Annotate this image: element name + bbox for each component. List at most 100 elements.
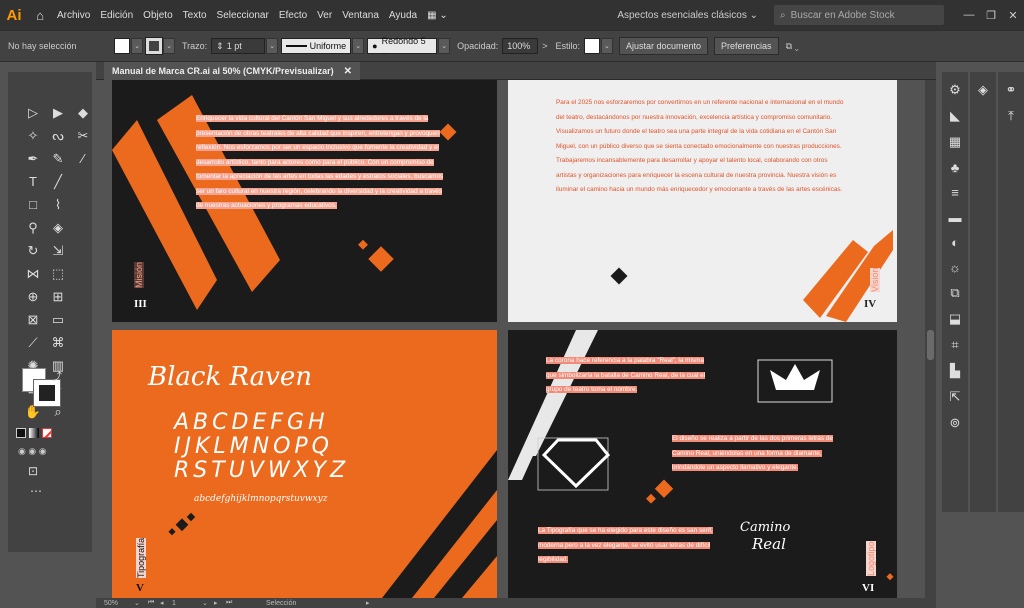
fill-dropdown[interactable]: ⌄ [131, 38, 143, 54]
vertical-scrollbar[interactable] [925, 80, 936, 598]
minimize-icon[interactable]: — [958, 9, 980, 21]
graphic-styles-icon[interactable]: ⧉ [945, 285, 965, 301]
direct-selection-tool-icon[interactable]: ▶ [47, 102, 69, 123]
next-page-icon[interactable]: ▸ [214, 599, 226, 607]
paintbrush-tool-icon[interactable]: ⌇ [47, 194, 69, 215]
color-mode-icon[interactable] [16, 428, 26, 438]
shaper-tool-icon[interactable]: ⚲ [22, 217, 44, 238]
free-transform-icon[interactable]: ⬚ [47, 263, 69, 284]
menu-objeto[interactable]: Objeto [138, 10, 177, 21]
lasso-tool-icon[interactable]: ᔓ [47, 125, 69, 146]
shape-builder-icon[interactable]: ⊕ [22, 286, 44, 307]
opacity-field[interactable]: 100% [502, 38, 539, 54]
home-icon[interactable]: ⌂ [28, 0, 52, 30]
blob-brush-icon[interactable]: ◈ [47, 217, 69, 238]
rectangle-tool-icon[interactable]: □ [22, 194, 44, 215]
more-tools-icon[interactable]: ⋯ [30, 484, 42, 498]
gradient-panel-icon[interactable]: ▬ [945, 210, 965, 225]
appearance-panel-icon[interactable]: ☼ [945, 260, 965, 275]
stroke-weight-dropdown[interactable]: ⌄ [266, 38, 279, 54]
zoom-dropdown-icon[interactable]: ⌄ [134, 599, 148, 607]
preferences-button[interactable]: Preferencias [714, 37, 779, 55]
workspace-switcher[interactable]: Aspectos esenciales clásicos ⌄ [609, 10, 766, 21]
close-icon[interactable]: ✕ [344, 66, 352, 77]
arrange-icon[interactable]: ⧉ ⌄ [786, 41, 799, 52]
rotate-tool-icon[interactable]: ↻ [22, 240, 44, 261]
selection-tool-icon[interactable]: ▷ [22, 102, 44, 123]
curvature-tool-icon[interactable]: ✎ [47, 148, 69, 169]
variable-width-profile[interactable]: Uniforme [281, 38, 352, 54]
vertical-scroll-thumb[interactable] [927, 330, 934, 360]
opacity-label[interactable]: Opacidad: [457, 41, 498, 51]
canvas[interactable]: Enriquecer la vida cultural del Cantón S… [96, 80, 925, 598]
menu-seleccionar[interactable]: Seleccionar [212, 10, 274, 21]
close-window-icon[interactable]: ✕ [1002, 9, 1024, 22]
stroke-dropdown[interactable]: ⌄ [163, 38, 175, 54]
fill-swatch[interactable] [114, 38, 130, 54]
zoom-level[interactable]: 50% [104, 600, 134, 607]
type-tool-icon[interactable]: T [22, 171, 44, 192]
none-mode-icon[interactable] [42, 428, 52, 438]
document-tab[interactable]: Manual de Marca CR.ai al 50% (CMYK/Previ… [104, 62, 360, 80]
pathfinder-panel-icon[interactable]: ▙ [945, 363, 965, 379]
artboard-number[interactable]: 1 [172, 600, 202, 607]
symbols-panel-icon[interactable]: ♣ [945, 160, 965, 175]
menu-ayuda[interactable]: Ayuda [384, 10, 422, 21]
drawing-mode-icons[interactable]: ◉ ◉ ◉ [18, 446, 47, 457]
screen-mode-icon[interactable]: ⊡ [28, 464, 38, 478]
scale-tool-icon[interactable]: ⇲ [47, 240, 69, 261]
links-panel-icon[interactable]: ⊚ [945, 415, 965, 431]
width-tool-icon[interactable]: ⋈ [22, 263, 44, 284]
menu-texto[interactable]: Texto [178, 10, 212, 21]
swatches-panel-icon[interactable]: ▦ [945, 134, 965, 150]
artboard-tipografia[interactable]: Black Raven ABCDEFGH IJKLMNOPQ RSTUVWXYZ… [112, 330, 497, 598]
document-setup-button[interactable]: Ajustar documento [618, 37, 709, 55]
stepper-icon[interactable]: ⇕ [216, 41, 224, 52]
blend-tool-icon[interactable]: ⌘ [47, 332, 69, 353]
properties-panel-icon[interactable]: ⚙ [945, 82, 965, 98]
menu-ventana[interactable]: Ventana [337, 10, 384, 21]
libraries-panel-icon[interactable]: ◣ [945, 108, 965, 124]
arrange-documents-icon[interactable]: ▦ ⌄ [422, 10, 453, 21]
gradient-mode-icon[interactable] [29, 428, 39, 438]
restore-icon[interactable]: ❐ [980, 9, 1002, 22]
transform-panel-icon[interactable]: ⬓ [945, 311, 965, 327]
gradient-tool-icon[interactable]: ▭ [47, 309, 69, 330]
profile-dropdown[interactable]: ⌄ [352, 38, 365, 54]
artboard-logotipo[interactable]: La corona hace referencia a la palabra "… [508, 330, 897, 598]
menu-efecto[interactable]: Efecto [274, 10, 312, 21]
pen-tool-icon[interactable]: ✒ [22, 148, 44, 169]
layers-panel-icon[interactable]: ◈ [973, 82, 993, 98]
style-swatch[interactable] [583, 38, 600, 54]
menu-edicion[interactable]: Edición [95, 10, 138, 21]
brush-dropdown[interactable]: ⌄ [438, 38, 451, 54]
magic-wand-icon[interactable]: ✧ [22, 125, 44, 146]
status-menu-icon[interactable]: ▸ [366, 599, 378, 607]
perspective-grid-icon[interactable]: ⊞ [47, 286, 69, 307]
stock-search-input[interactable]: ⌕ Buscar en Adobe Stock [774, 5, 944, 25]
stroke-swatch[interactable] [145, 37, 163, 55]
last-page-icon[interactable]: ⏭ [226, 599, 266, 607]
artboard-mision[interactable]: Enriquecer la vida cultural del Cantón S… [112, 80, 497, 322]
style-dropdown[interactable]: ⌄ [600, 38, 613, 54]
stroke-panel-icon[interactable]: ≡ [945, 185, 965, 200]
swap-fill-stroke-icon[interactable]: ⤴ [52, 368, 62, 383]
first-page-icon[interactable]: ⏮ [148, 599, 160, 607]
align-panel-icon[interactable]: ⌗ [945, 337, 965, 353]
stroke-weight-field[interactable]: ⇕ 1 pt [211, 38, 266, 54]
transparency-panel-icon[interactable]: ◐ [945, 235, 965, 250]
knife-tool-icon[interactable]: ⁄ [72, 148, 94, 169]
line-tool-icon[interactable]: ╱ [47, 171, 69, 192]
menu-ver[interactable]: Ver [312, 10, 337, 21]
character-panel-icon[interactable]: ⤒ [1001, 108, 1021, 124]
eraser-tool-icon[interactable]: ◆ [72, 102, 94, 123]
eyedropper-tool-icon[interactable]: ⟋ [22, 332, 44, 353]
mesh-tool-icon[interactable]: ⊠ [22, 309, 44, 330]
brush-definition[interactable]: ● Redondo 5 ... [367, 36, 438, 56]
stroke-color-box[interactable] [33, 379, 61, 407]
artboard-vision[interactable]: Para el 2025 nos esforzaremos por conver… [508, 80, 897, 322]
artboard-dropdown-icon[interactable]: ⌄ [202, 599, 214, 607]
brushes-panel-icon[interactable]: ⚭ [1001, 82, 1021, 98]
expand-arrow-icon[interactable]: > [542, 41, 547, 51]
scissors-tool-icon[interactable]: ✂ [72, 125, 94, 146]
